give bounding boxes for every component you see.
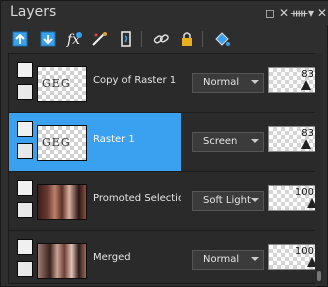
visibility-eye-icon[interactable] xyxy=(17,143,33,159)
toolbar-separator xyxy=(141,31,142,47)
link-icon[interactable] xyxy=(151,29,171,49)
visibility-eye-icon[interactable] xyxy=(17,261,33,277)
chevron-down-icon xyxy=(251,139,259,143)
lock-icon[interactable] xyxy=(177,29,197,49)
blend-mode-dropdown[interactable]: Soft Light xyxy=(192,191,264,211)
chevron-down-icon xyxy=(251,257,259,261)
layer-icons xyxy=(17,62,35,106)
panel-title: Layers xyxy=(10,4,57,20)
opacity-value: 100 xyxy=(294,187,314,198)
blend-mode-dropdown[interactable]: Screen xyxy=(192,132,264,152)
layer-icons xyxy=(17,121,35,165)
opacity-value: 83 xyxy=(301,128,314,139)
layer-row[interactable]: Promoted Selection Soft Light 100 xyxy=(9,172,315,230)
close-x-icon[interactable]: ✕ xyxy=(277,6,291,20)
layer-thumbnail: GEG xyxy=(37,66,87,102)
layer-icons xyxy=(17,180,35,224)
layer-thumbnail: GEG xyxy=(37,125,87,161)
layer-name[interactable]: Merged xyxy=(93,252,181,263)
fill-icon[interactable] xyxy=(212,29,232,49)
layer-type-icon[interactable] xyxy=(17,180,33,196)
thumb-text: GEG xyxy=(42,77,71,90)
close-icon[interactable]: ✕ xyxy=(315,6,328,20)
opacity-marker-icon[interactable] xyxy=(301,80,311,90)
scrollbar-thumb[interactable] xyxy=(317,271,321,281)
opacity-value: 83 xyxy=(301,69,314,80)
layer-type-icon[interactable] xyxy=(17,121,33,137)
visibility-eye-icon[interactable] xyxy=(17,84,33,100)
opacity-slider[interactable]: 100 xyxy=(268,244,315,270)
opacity-value: 100 xyxy=(294,246,314,257)
blend-mode-value: Normal xyxy=(203,254,240,265)
layer-thumbnail xyxy=(37,243,87,279)
opacity-slider[interactable]: 100 xyxy=(268,185,315,211)
scrollbar[interactable] xyxy=(315,53,323,284)
visibility-eye-icon[interactable] xyxy=(17,202,33,218)
layer-type-icon[interactable] xyxy=(17,239,33,255)
blend-mode-value: Normal xyxy=(203,77,240,88)
layer-name[interactable]: Copy of Raster 1 xyxy=(93,75,181,86)
layer-type-icon[interactable] xyxy=(17,62,33,78)
blend-mode-value: Screen xyxy=(203,136,238,147)
chevron-down-icon xyxy=(251,198,259,202)
restore-icon[interactable]: ◻ xyxy=(263,6,277,20)
title-bar: Layers ◻ ✕ ᚔ ▾ ✕ xyxy=(1,1,328,25)
blend-mode-value: Soft Light xyxy=(203,195,251,206)
vector-layer-icon[interactable] xyxy=(116,29,136,49)
layer-name[interactable]: Promoted Selection xyxy=(93,193,181,204)
blend-mode-dropdown[interactable]: Normal xyxy=(192,73,264,93)
pin-icon[interactable]: ᚔ xyxy=(291,6,307,20)
new-raster-layer-icon[interactable] xyxy=(10,29,30,49)
chevron-down-icon xyxy=(251,80,259,84)
new-adjustment-layer-icon[interactable]: fx xyxy=(64,29,84,49)
thumb-text: GEG xyxy=(42,136,71,149)
layer-thumbnail xyxy=(37,184,87,220)
effects-layer-icon[interactable] xyxy=(90,29,110,49)
layers-toolbar: fx xyxy=(1,25,328,53)
layer-name[interactable]: Raster 1 xyxy=(93,134,181,145)
layer-list[interactable]: GEG Copy of Raster 1 Normal 83 GEG Raste… xyxy=(8,53,316,284)
layer-icons xyxy=(17,239,35,283)
opacity-slider[interactable]: 83 xyxy=(268,67,315,93)
layer-row[interactable]: GEG Raster 1 Screen 83 xyxy=(9,113,315,171)
toolbar-separator xyxy=(202,31,203,47)
layers-panel: Layers ◻ ✕ ᚔ ▾ ✕ fx GEG Copy of Raster 1… xyxy=(0,0,328,287)
opacity-slider[interactable]: 83 xyxy=(268,126,315,152)
layer-row[interactable]: Merged Normal 100 xyxy=(9,231,315,283)
new-mask-layer-icon[interactable] xyxy=(38,29,58,49)
opacity-marker-icon[interactable] xyxy=(301,139,311,149)
layer-row[interactable]: GEG Copy of Raster 1 Normal 83 xyxy=(9,54,315,112)
blend-mode-dropdown[interactable]: Normal xyxy=(192,250,264,270)
